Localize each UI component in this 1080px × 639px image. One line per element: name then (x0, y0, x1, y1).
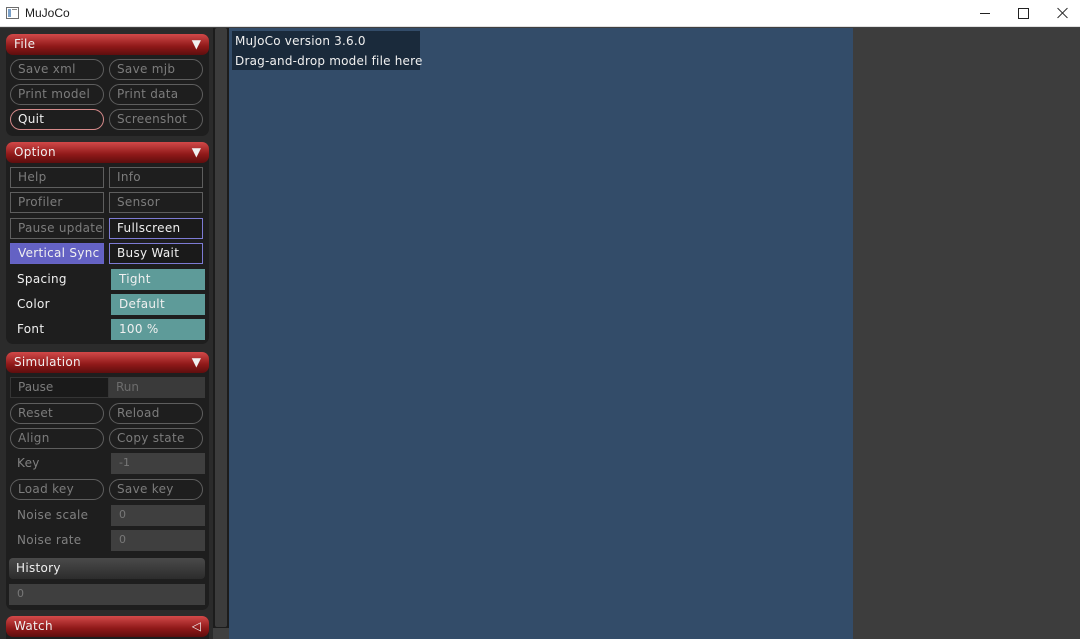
noise-rate-slider[interactable]: 0 (111, 530, 205, 551)
sensor-button[interactable]: Sensor (109, 192, 203, 213)
save-xml-button[interactable]: Save xml (10, 59, 104, 80)
quit-button[interactable]: Quit (10, 109, 104, 130)
history-label: History (16, 561, 61, 575)
print-model-button[interactable]: Print model (10, 84, 104, 105)
file-section-title: File (14, 37, 36, 51)
maximize-icon[interactable] (1003, 0, 1043, 27)
left-ui-panel: File ▼ Save xml Save mjb Print model Pri… (0, 28, 213, 639)
history-slider[interactable]: 0 (9, 584, 205, 605)
align-button[interactable]: Align (10, 428, 104, 449)
info-button[interactable]: Info (109, 167, 203, 188)
option-section-title: Option (14, 145, 56, 159)
save-mjb-button[interactable]: Save mjb (109, 59, 203, 80)
simulation-section-header[interactable]: Simulation ▼ (6, 352, 209, 373)
history-header: History (9, 558, 205, 579)
expand-arrow-icon: ◁ (191, 619, 201, 633)
font-label: Font (17, 322, 45, 336)
collapse-arrow-icon: ▼ (191, 37, 201, 51)
app-window-icon (6, 7, 19, 19)
version-text: MuJoCo version 3.6.0 (235, 34, 366, 48)
font-select[interactable]: 100 % (111, 319, 205, 340)
collapse-arrow-icon: ▼ (191, 145, 201, 159)
info-overlay: MuJoCo version 3.6.0 Drag-and-drop model… (232, 31, 423, 70)
vertical-sync-toggle[interactable]: Vertical Sync (10, 243, 104, 264)
window-titlebar: MuJoCo (0, 0, 1080, 27)
window-title: MuJoCo (25, 6, 70, 20)
collapse-arrow-icon: ▼ (191, 355, 201, 369)
color-select[interactable]: Default (111, 294, 205, 315)
spacing-label: Spacing (17, 272, 67, 286)
noise-scale-label: Noise scale (17, 508, 89, 522)
pause-button[interactable]: Pause (10, 377, 109, 398)
right-empty-area (853, 28, 1080, 639)
watch-section-header[interactable]: Watch ◁ (6, 616, 209, 637)
reset-button[interactable]: Reset (10, 403, 104, 424)
save-key-button[interactable]: Save key (109, 479, 203, 500)
option-section-header[interactable]: Option ▼ (6, 142, 209, 163)
reload-button[interactable]: Reload (109, 403, 203, 424)
option-section: Option ▼ Help Info Profiler Sensor Pause… (6, 142, 209, 344)
load-key-button[interactable]: Load key (10, 479, 104, 500)
minimize-icon[interactable] (965, 0, 1005, 27)
close-icon[interactable] (1042, 0, 1080, 27)
run-button[interactable]: Run (109, 377, 205, 398)
key-slider[interactable]: -1 (111, 453, 205, 474)
help-button[interactable]: Help (10, 167, 104, 188)
spacing-select[interactable]: Tight (111, 269, 205, 290)
scrollbar-thumb[interactable] (215, 28, 227, 627)
render-viewport[interactable]: MuJoCo version 3.6.0 Drag-and-drop model… (229, 28, 853, 639)
pause-update-button[interactable]: Pause update (10, 218, 104, 239)
simulation-section-title: Simulation (14, 355, 81, 369)
left-panel-scrollbar[interactable] (213, 28, 229, 628)
noise-scale-slider[interactable]: 0 (111, 505, 205, 526)
key-label: Key (17, 456, 40, 470)
drag-drop-hint: Drag-and-drop model file here (235, 54, 423, 68)
profiler-button[interactable]: Profiler (10, 192, 104, 213)
watch-section: Watch ◁ (6, 616, 209, 639)
simulation-section: Simulation ▼ Pause Run Reset Reload Alig… (6, 352, 209, 610)
busy-wait-toggle[interactable]: Busy Wait (109, 243, 203, 264)
file-section-header[interactable]: File ▼ (6, 34, 209, 55)
print-data-button[interactable]: Print data (109, 84, 203, 105)
color-label: Color (17, 297, 50, 311)
file-section: File ▼ Save xml Save mjb Print model Pri… (6, 34, 209, 136)
fullscreen-button[interactable]: Fullscreen (109, 218, 203, 239)
copy-state-button[interactable]: Copy state (109, 428, 203, 449)
noise-rate-label: Noise rate (17, 533, 82, 547)
screenshot-button[interactable]: Screenshot (109, 109, 203, 130)
watch-section-title: Watch (14, 619, 53, 633)
